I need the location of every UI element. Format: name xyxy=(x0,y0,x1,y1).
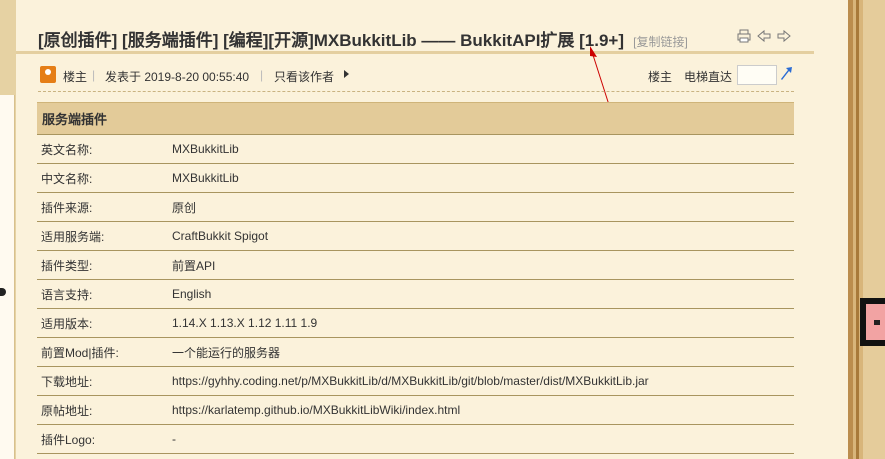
row-key: 下载地址: xyxy=(37,366,172,396)
row-key: 插件来源: xyxy=(37,192,172,222)
table-header: 服务端插件 xyxy=(37,102,794,135)
row-value: CraftBukkit Spigot xyxy=(172,221,794,251)
table-row: 适用版本: 1.14.X 1.13.X 1.12 1.11 1.9 xyxy=(37,308,794,338)
row-key: 语言支持: xyxy=(37,279,172,309)
row-value: 一个能运行的服务器 xyxy=(172,337,794,367)
row-value: English xyxy=(172,279,794,309)
row-value: - xyxy=(172,424,794,454)
row-key: 前置Mod|插件: xyxy=(37,337,172,367)
row-key: 插件类型: xyxy=(37,250,172,280)
plugin-info-table: 服务端插件 英文名称: MXBukkitLib 中文名称: MXBukkitLi… xyxy=(37,102,794,454)
table-row: 中文名称: MXBukkitLib xyxy=(37,163,794,193)
author-bar-divider xyxy=(38,91,794,92)
floor-label: 楼主 xyxy=(63,70,88,84)
floor-label-right: 楼主 xyxy=(648,70,673,84)
row-value: MXBukkitLib xyxy=(172,163,794,193)
row-key: 适用版本: xyxy=(37,308,172,338)
jump-floor-input[interactable] xyxy=(737,65,777,85)
row-value: 前置API xyxy=(172,250,794,280)
table-row: 适用服务端: CraftBukkit Spigot xyxy=(37,221,794,251)
table-row: 语言支持: English xyxy=(37,279,794,309)
chevron-right-icon[interactable] xyxy=(344,70,349,78)
row-key: 原帖地址: xyxy=(37,395,172,425)
only-author-link[interactable]: 只看该作者 xyxy=(274,68,334,85)
row-value: 原创 xyxy=(172,192,794,222)
row-value: 1.14.X 1.13.X 1.12 1.11 1.9 xyxy=(172,308,794,338)
table-row: 插件类型: 前置API xyxy=(37,250,794,280)
row-value: MXBukkitLib xyxy=(172,134,794,164)
original-post-link[interactable]: https://karlatemp.github.io/MXBukkitLibW… xyxy=(172,395,794,425)
row-key: 适用服务端: xyxy=(37,221,172,251)
author-avatar-icon[interactable] xyxy=(40,66,56,83)
post-date: 发表于 2019-8-20 00:55:40 xyxy=(105,70,250,84)
row-key: 插件Logo: xyxy=(37,424,172,454)
author-info-bar: 楼主 | 发表于 2019-8-20 00:55:40 | 只看该作者 楼主 电… xyxy=(38,62,794,88)
table-row: 下载地址: https://gyhhy.coding.net/p/MXBukki… xyxy=(37,366,794,396)
download-url-link[interactable]: https://gyhhy.coding.net/p/MXBukkitLib/d… xyxy=(172,366,794,396)
table-row: 前置Mod|插件: 一个能运行的服务器 xyxy=(37,337,794,367)
row-key: 中文名称: xyxy=(37,163,172,193)
jump-go-icon[interactable] xyxy=(778,65,794,81)
table-row: 原帖地址: https://karlatemp.github.io/MXBukk… xyxy=(37,395,794,425)
table-header-row: 服务端插件 xyxy=(37,102,794,135)
table-row: 插件Logo: - xyxy=(37,424,794,454)
table-row: 插件来源: 原创 xyxy=(37,192,794,222)
table-row: 英文名称: MXBukkitLib xyxy=(37,134,794,164)
jump-label: 电梯直达 xyxy=(684,70,733,84)
row-key: 英文名称: xyxy=(37,134,172,164)
